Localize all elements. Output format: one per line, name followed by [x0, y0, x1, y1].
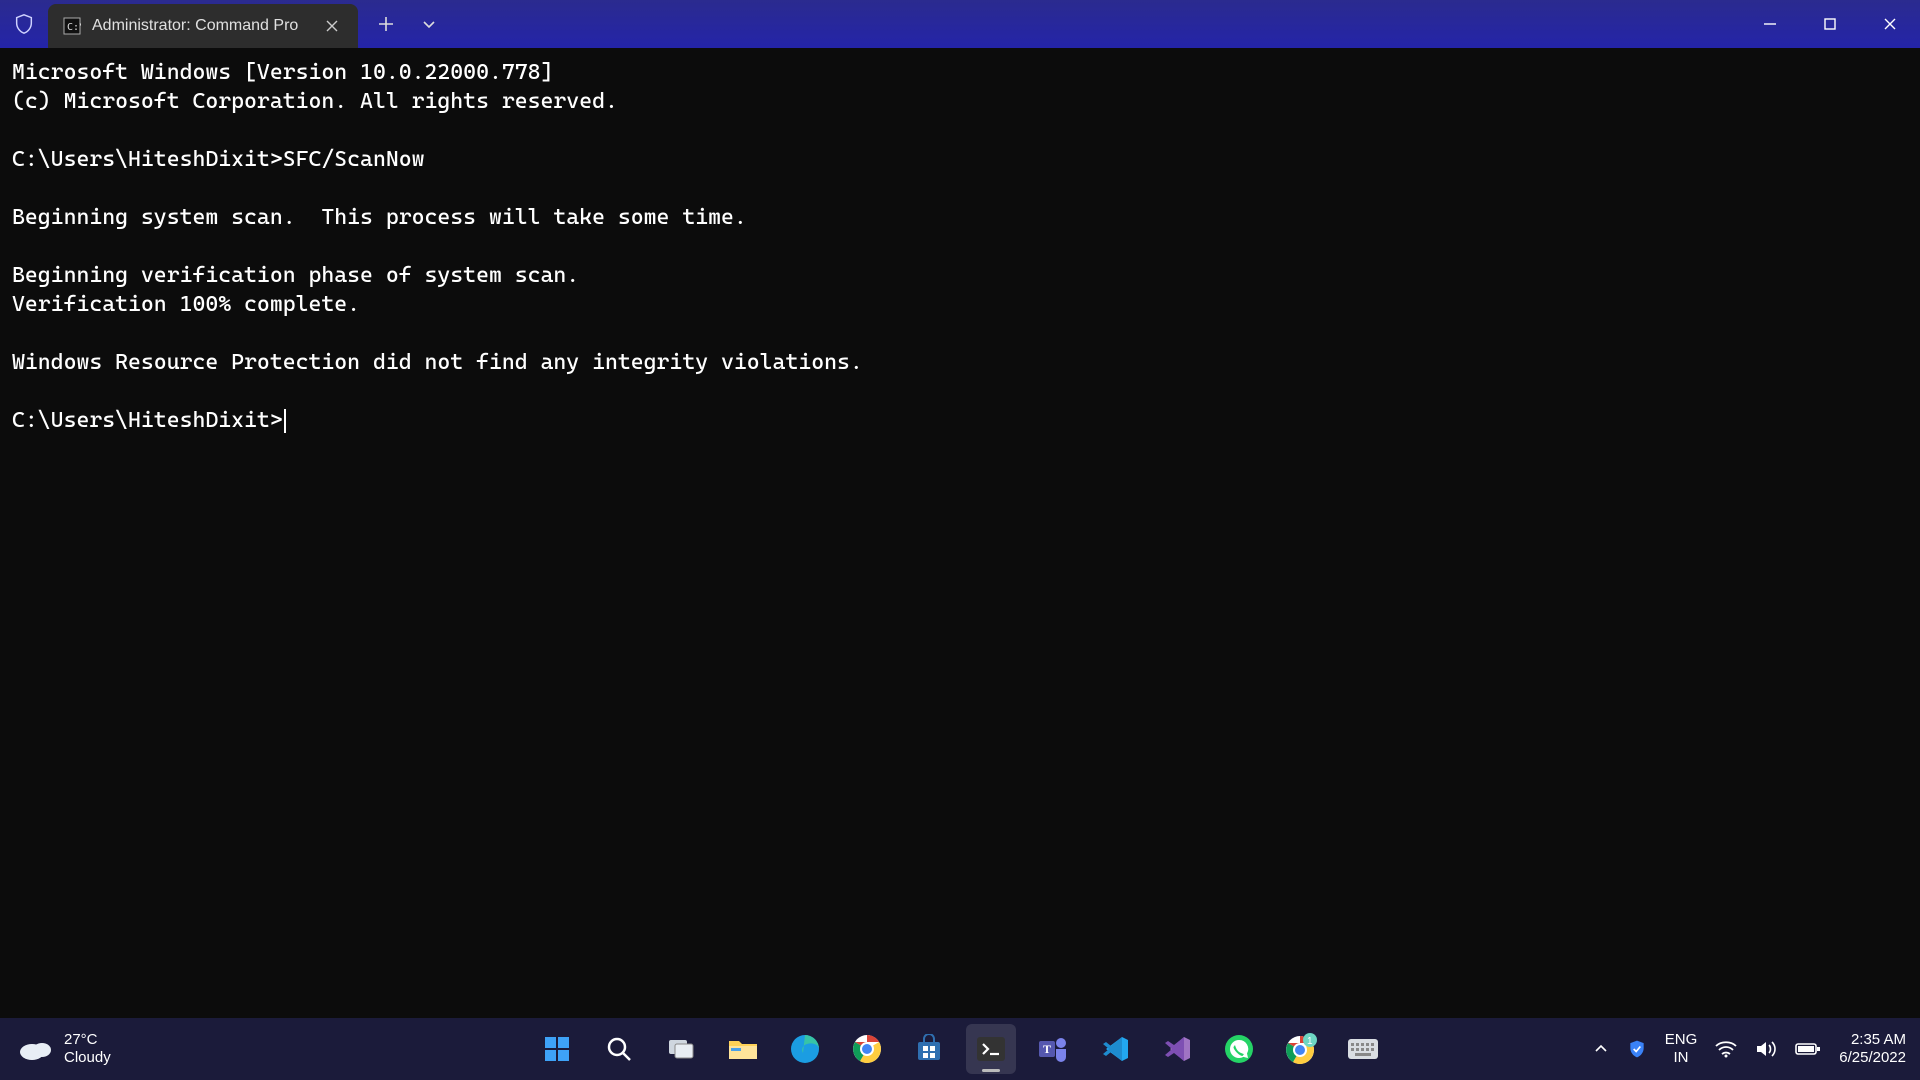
- maximize-button[interactable]: [1800, 0, 1860, 48]
- taskbar-app-teams[interactable]: T: [1028, 1024, 1078, 1074]
- tab-close-button[interactable]: [320, 16, 344, 36]
- taskbar: 27°C Cloudy T1 ENG IN 2:35 AM 6/25/2022: [0, 1018, 1920, 1080]
- tray-overflow-icon[interactable]: [1593, 1041, 1609, 1057]
- battery-icon[interactable]: [1795, 1041, 1821, 1057]
- visual-studio-icon: [1162, 1034, 1192, 1064]
- lang-bottom: IN: [1665, 1049, 1698, 1067]
- wifi-icon[interactable]: [1715, 1040, 1737, 1058]
- close-button[interactable]: [1860, 0, 1920, 48]
- weather-temp: 27°C: [64, 1031, 111, 1049]
- taskbar-app-task-view[interactable]: [656, 1024, 706, 1074]
- clock[interactable]: 2:35 AM 6/25/2022: [1839, 1031, 1906, 1067]
- terminal-lines: Microsoft Windows [Version 10.0.22000.77…: [12, 60, 863, 375]
- lang-top: ENG: [1665, 1031, 1698, 1049]
- svg-text:C:\: C:\: [67, 22, 81, 33]
- tab-dropdown-button[interactable]: [408, 11, 450, 37]
- taskbar-app-whatsapp[interactable]: [1214, 1024, 1264, 1074]
- terminal-tab[interactable]: C:\ Administrator: Command Pro: [48, 4, 358, 48]
- svg-text:1: 1: [1307, 1036, 1313, 1047]
- chrome-profile-icon: 1: [1284, 1032, 1318, 1066]
- minimize-button[interactable]: [1740, 0, 1800, 48]
- window-controls: [1740, 0, 1920, 48]
- edge-icon: [789, 1033, 821, 1065]
- taskbar-app-vscode[interactable]: [1090, 1024, 1140, 1074]
- start-icon: [541, 1033, 573, 1065]
- taskbar-app-chrome[interactable]: [842, 1024, 892, 1074]
- volume-icon[interactable]: [1755, 1039, 1777, 1059]
- weather-widget[interactable]: 27°C Cloudy: [18, 1031, 111, 1067]
- titlebar-left: C:\ Administrator: Command Pro: [0, 0, 450, 48]
- file-explorer-icon: [727, 1035, 759, 1063]
- task-view-icon: [666, 1034, 696, 1064]
- security-icon[interactable]: [1627, 1039, 1647, 1059]
- admin-shield-icon: [12, 12, 36, 36]
- date: 6/25/2022: [1839, 1049, 1906, 1067]
- cloud-icon: [18, 1036, 52, 1062]
- language-indicator[interactable]: ENG IN: [1665, 1031, 1698, 1067]
- taskbar-app-edge[interactable]: [780, 1024, 830, 1074]
- taskbar-apps: T1: [532, 1024, 1388, 1074]
- tab-title: Administrator: Command Pro: [92, 17, 310, 35]
- microsoft-store-icon: [914, 1034, 944, 1064]
- terminal-output[interactable]: Microsoft Windows [Version 10.0.22000.77…: [0, 48, 1920, 1018]
- system-tray: ENG IN 2:35 AM 6/25/2022: [1593, 1031, 1906, 1067]
- weather-desc: Cloudy: [64, 1049, 111, 1067]
- terminal-prompt: C:\Users\HiteshDixit>: [12, 408, 283, 433]
- svg-text:T: T: [1043, 1042, 1051, 1056]
- taskbar-app-keyboard[interactable]: [1338, 1024, 1388, 1074]
- new-tab-button[interactable]: [364, 10, 408, 38]
- keyboard-icon: [1346, 1037, 1380, 1061]
- whatsapp-icon: [1223, 1033, 1255, 1065]
- teams-icon: T: [1037, 1033, 1069, 1065]
- search-icon: [604, 1034, 634, 1064]
- taskbar-app-microsoft-store[interactable]: [904, 1024, 954, 1074]
- vscode-icon: [1100, 1034, 1130, 1064]
- cursor: [284, 409, 286, 433]
- window-titlebar: C:\ Administrator: Command Pro: [0, 0, 1920, 48]
- taskbar-app-terminal[interactable]: [966, 1024, 1016, 1074]
- cmd-icon: C:\: [62, 16, 82, 36]
- taskbar-app-visual-studio[interactable]: [1152, 1024, 1202, 1074]
- taskbar-app-file-explorer[interactable]: [718, 1024, 768, 1074]
- weather-text: 27°C Cloudy: [64, 1031, 111, 1067]
- taskbar-app-start[interactable]: [532, 1024, 582, 1074]
- taskbar-app-chrome-profile[interactable]: 1: [1276, 1024, 1326, 1074]
- chrome-icon: [851, 1033, 883, 1065]
- terminal-icon: [975, 1035, 1007, 1063]
- taskbar-app-search[interactable]: [594, 1024, 644, 1074]
- time: 2:35 AM: [1839, 1031, 1906, 1049]
